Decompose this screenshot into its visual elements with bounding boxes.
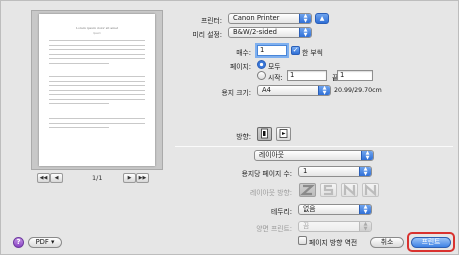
preview-title: Lorem ipsum dolor sit amet bbox=[75, 26, 119, 30]
layout-mirror-n-button[interactable] bbox=[362, 183, 379, 197]
preview-text-line bbox=[49, 94, 145, 95]
pages-all-label: 모두 bbox=[268, 63, 281, 71]
section-divider bbox=[175, 146, 453, 147]
popup-arrows-icon: ▲ ▼ bbox=[318, 86, 330, 95]
popup-arrows-icon: ▲ ▼ bbox=[359, 222, 371, 231]
preview-text-line bbox=[49, 53, 145, 55]
preview-text-line bbox=[49, 49, 145, 50]
printer-label: 프린터: bbox=[200, 17, 222, 25]
preview-text-line bbox=[49, 62, 109, 64]
preview-text-line bbox=[49, 118, 145, 119]
collated-label: 한 부씩 bbox=[302, 49, 323, 57]
preview-text-line bbox=[49, 40, 145, 41]
preview-text-line bbox=[49, 122, 145, 124]
layout-n-button[interactable] bbox=[341, 183, 358, 197]
popup-arrows-icon: ▲ ▼ bbox=[359, 205, 371, 214]
copies-field[interactable]: 1 bbox=[257, 45, 287, 56]
preview-subtitle: Ipsum bbox=[93, 32, 101, 35]
panel-select[interactable]: 레이아웃 ▲ ▼ bbox=[254, 150, 374, 161]
print-dialog: Lorem ipsum dolor sit amet Ipsum ◀◀ ◀ 1/… bbox=[0, 0, 459, 255]
preview-text-line bbox=[49, 127, 109, 128]
preview-page: Lorem ipsum dolor sit amet Ipsum bbox=[39, 14, 155, 166]
pages-per-sheet-value: 1 bbox=[303, 167, 308, 175]
printer-value: Canon Printer bbox=[233, 14, 280, 22]
pages-from-field[interactable]: 1 bbox=[287, 70, 327, 81]
preview-pager: ◀◀ ◀ 1/1 ▶ ▶▶ bbox=[37, 173, 157, 184]
preview-text-line bbox=[49, 76, 145, 77]
portrait-icon bbox=[261, 128, 268, 139]
border-label: 테두리: bbox=[270, 208, 292, 216]
popup-arrows-icon: ▲ ▼ bbox=[359, 167, 371, 176]
paper-dimensions: 20.99/29.70cm bbox=[334, 87, 382, 94]
printer-select[interactable]: Canon Printer ▲ ▼ bbox=[228, 13, 312, 24]
collated-checkbox[interactable]: ✓ bbox=[291, 46, 300, 55]
landscape-icon bbox=[279, 129, 288, 138]
layout-s-icon bbox=[323, 184, 334, 196]
layout-z-icon bbox=[300, 184, 315, 196]
pages-per-sheet-label: 용지당 페이지 수: bbox=[241, 170, 292, 178]
preview-text-line bbox=[49, 80, 145, 82]
pages-range-radio[interactable] bbox=[257, 71, 266, 80]
print-preview: Lorem ipsum dolor sit amet Ipsum bbox=[31, 10, 163, 170]
layout-n-icon bbox=[343, 183, 356, 197]
presets-value: B&W/2-sided bbox=[233, 28, 277, 36]
pages-all-radio[interactable] bbox=[257, 60, 266, 69]
last-page-button[interactable]: ▶▶ bbox=[136, 173, 149, 183]
page-indicator: 1/1 bbox=[92, 174, 103, 182]
pdf-menu-button[interactable]: PDF ▾ bbox=[28, 237, 62, 248]
triangle-up-icon[interactable]: ▲ bbox=[315, 13, 329, 24]
reverse-orientation-label: 페이지 방향 역전 bbox=[309, 239, 358, 247]
panel-value: 레이아웃 bbox=[259, 151, 285, 159]
help-button[interactable]: ? bbox=[13, 237, 24, 248]
pages-label: 페이지: bbox=[229, 63, 251, 71]
border-value: 없음 bbox=[303, 205, 316, 213]
preview-text-line bbox=[49, 103, 109, 104]
preview-text-line bbox=[49, 89, 145, 91]
preview-text-line bbox=[49, 58, 145, 59]
portrait-button[interactable] bbox=[257, 127, 272, 141]
print-button-highlight bbox=[407, 232, 455, 252]
layout-z-button[interactable] bbox=[299, 183, 316, 197]
paper-size-label: 용지 크기: bbox=[221, 89, 251, 97]
border-select[interactable]: 없음 ▲ ▼ bbox=[298, 204, 372, 215]
preview-text-line bbox=[49, 98, 145, 100]
pages-per-sheet-select[interactable]: 1 ▲ ▼ bbox=[298, 166, 372, 177]
paper-size-select[interactable]: A4 ▲ ▼ bbox=[257, 85, 331, 96]
layout-s-button[interactable] bbox=[320, 183, 337, 197]
pages-to-field[interactable]: 1 bbox=[337, 70, 373, 81]
orientation-label: 방향: bbox=[236, 133, 251, 141]
preview-text-line bbox=[49, 44, 145, 46]
next-page-button[interactable]: ▶ bbox=[123, 173, 136, 183]
popup-arrows-icon: ▲ ▼ bbox=[361, 151, 373, 160]
paper-size-value: A4 bbox=[262, 86, 271, 94]
two-sided-select[interactable]: 끔 ▲ ▼ bbox=[298, 221, 372, 232]
pages-from-label: 시작: bbox=[268, 74, 283, 82]
popup-arrows-icon: ▲ ▼ bbox=[299, 14, 311, 23]
landscape-button[interactable] bbox=[276, 127, 291, 141]
popup-arrows-icon: ▲ ▼ bbox=[299, 28, 311, 37]
layout-mirror-n-icon bbox=[364, 183, 377, 197]
first-page-button[interactable]: ◀◀ bbox=[37, 173, 50, 183]
cancel-button[interactable]: 취소 bbox=[370, 237, 404, 248]
reverse-orientation-checkbox[interactable] bbox=[298, 236, 307, 245]
two-sided-value: 끔 bbox=[303, 222, 310, 230]
presets-label: 미리 설정: bbox=[192, 31, 222, 39]
preview-text-line bbox=[49, 85, 145, 86]
presets-select[interactable]: B&W/2-sided ▲ ▼ bbox=[228, 27, 312, 38]
two-sided-label: 양면 프린트: bbox=[256, 225, 292, 233]
layout-direction-label: 레이아웃 방향: bbox=[250, 189, 292, 197]
copies-label: 매수: bbox=[236, 49, 251, 57]
previous-page-button[interactable]: ◀ bbox=[50, 173, 63, 183]
